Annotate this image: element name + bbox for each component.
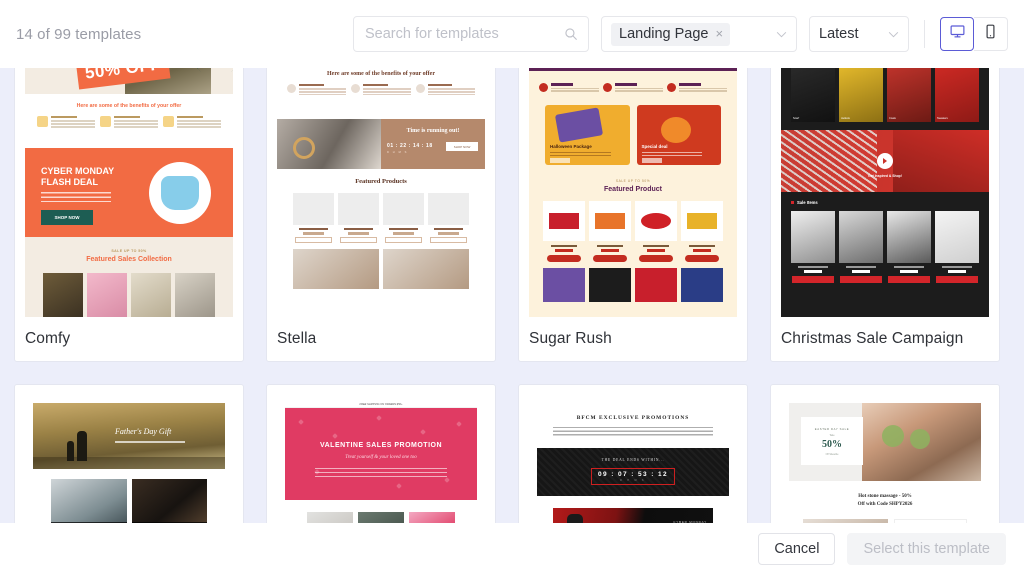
toolbar-divider	[924, 20, 925, 48]
template-card[interactable]: FREE SHIPPING ON ORDERS $50+ VALENTINE S…	[266, 384, 496, 523]
template-thumbnail: YOUR CYBERMONDAY OFFER SHOP NOW 50% OFF …	[25, 68, 233, 317]
chevron-down-icon	[776, 25, 787, 43]
thumb-card-percent: 50%	[822, 438, 842, 450]
thumb-card-small: Take	[829, 433, 835, 437]
category-filter-chip-label: Landing Page	[619, 25, 709, 42]
thumb-art-comfy: YOUR CYBERMONDAY OFFER SHOP NOW 50% OFF …	[25, 68, 233, 317]
template-thumbnail: BFCM EXCLUSIVE PROMOTIONS THE DEAL ENDS …	[529, 395, 737, 523]
thumb-card-foot: Off Sitewide	[825, 452, 839, 456]
template-card[interactable]: Your Halloween offer	[518, 68, 748, 362]
thumb-hero-script: Treat yourself & your loved one too	[345, 455, 417, 460]
thumb-featured-title: Featured Product	[604, 186, 662, 194]
thumb-countdown-button: SHOP NOW	[446, 142, 478, 151]
thumb-hero-title: Father's Day Gift	[115, 427, 172, 436]
chevron-down-icon	[888, 25, 899, 43]
template-card[interactable]: EASTER DAY SALE Take 50% Off Sitewide Ho…	[770, 384, 1000, 523]
template-card[interactable]: YOUR CYBERMONDAY OFFER SHOP NOW 50% OFF …	[14, 68, 244, 362]
template-picker-modal: 14 of 99 templates Landing Page ×	[0, 0, 1024, 575]
device-preview-toggle	[940, 17, 1008, 51]
category-filter-chip: Landing Page ×	[611, 22, 731, 46]
desktop-view-button[interactable]	[940, 17, 974, 51]
thumb-art-christmas: Holly Jolly Christmas Hurry up! Sale end…	[781, 68, 989, 317]
thumb-section-items: Sale Items	[797, 200, 818, 205]
thumb-benefits-title: Here are some of the benefits of your of…	[76, 102, 182, 109]
category-filter-remove-icon[interactable]: ×	[716, 27, 724, 40]
thumb-topbar: FREE SHIPPING ON ORDERS $50+	[359, 402, 403, 406]
template-thumbnail: YOUR BLACK FRIDAYOFFER SHOP NOW Here are…	[277, 68, 485, 317]
thumb-countdown-values: 01 : 22 : 14 : 18	[387, 143, 433, 149]
desktop-monitor-icon	[949, 23, 966, 45]
template-thumbnail: EASTER DAY SALE Take 50% Off Sitewide Ho…	[781, 395, 989, 523]
thumb-featured-title: Featured Products	[355, 178, 407, 185]
select-template-button[interactable]: Select this template	[847, 533, 1006, 565]
thumb-headline: Hot stone massage - 50% Off with Code SHP…	[857, 494, 913, 507]
thumb-package-card: Halloween Package	[550, 144, 592, 150]
thumb-featured-eyebrow: SALE UP TO 50%	[615, 179, 651, 184]
thumb-art-sugar-rush: Your Halloween offer	[529, 68, 737, 317]
thumb-flash-title: CYBER MONDAY FLASH DEAL	[41, 165, 115, 187]
template-card[interactable]: YOUR BLACK FRIDAYOFFER SHOP NOW Here are…	[266, 68, 496, 362]
sort-filter-value: Latest	[819, 26, 859, 42]
mobile-phone-icon	[982, 23, 999, 45]
toolbar: 14 of 99 templates Landing Page ×	[0, 0, 1024, 68]
template-card-title: Christmas Sale Campaign	[781, 330, 964, 347]
thumb-flash-button: SHOP NOW	[41, 209, 93, 225]
thumb-countdown-labels: D H M S	[387, 151, 408, 154]
thumb-card-eyebrow: EASTER DAY SALE	[814, 426, 850, 431]
search-icon	[564, 27, 578, 41]
template-card[interactable]: Holly Jolly Christmas Hurry up! Sale end…	[770, 68, 1000, 362]
thumb-featured-eyebrow: SALE UP TO 50%	[111, 249, 147, 253]
thumb-countdown-labels: D H M S	[620, 479, 646, 482]
modal-footer: Cancel Select this template	[0, 523, 1024, 575]
mobile-view-button[interactable]	[974, 17, 1008, 51]
category-filter-select[interactable]: Landing Page ×	[601, 16, 797, 52]
thumb-special-card: Special deal	[641, 144, 668, 150]
thumb-featured-title: Featured Sales Collection	[86, 256, 172, 263]
thumb-countdown-values: 09 : 07 : 53 : 12	[597, 471, 669, 478]
template-card-title: Sugar Rush	[529, 330, 612, 347]
template-count-label: 14 of 99 templates	[16, 25, 142, 43]
template-thumbnail: FREE SHIPPING ON ORDERS $50+ VALENTINE S…	[277, 395, 485, 523]
template-thumbnail: Holly Jolly Christmas Hurry up! Sale end…	[781, 68, 989, 317]
thumb-art-valentine: FREE SHIPPING ON ORDERS $50+ VALENTINE S…	[277, 395, 485, 523]
thumb-eyebrow: BFCM EXCLUSIVE PROMOTIONS	[576, 415, 690, 421]
thumb-hero-title: VALENTINE SALES PROMOTION	[319, 442, 443, 449]
cancel-button[interactable]: Cancel	[758, 533, 836, 565]
search-input-wrapper[interactable]	[353, 16, 589, 52]
thumb-countdown-title: Time is running out!	[406, 128, 460, 134]
thumb-banner-caption: Get Inspired & Shop!	[868, 174, 902, 178]
search-input[interactable]	[365, 26, 564, 42]
template-card-title: Stella	[277, 330, 317, 347]
thumb-art-black-friday: BFCM EXCLUSIVE PROMOTIONS THE DEAL ENDS …	[529, 395, 737, 523]
template-thumbnail: Your Halloween offer	[529, 68, 737, 317]
template-thumbnail: Father's Day Gift	[25, 395, 233, 523]
sort-filter-select[interactable]: Latest	[809, 16, 909, 52]
thumb-art-stella: YOUR BLACK FRIDAYOFFER SHOP NOW Here are…	[277, 68, 485, 317]
thumb-countdown-caption: THE DEAL ENDS WITHIN...	[601, 458, 665, 462]
toolbar-controls: Landing Page × Latest	[353, 16, 1008, 52]
thumb-art-fathers-day: Father's Day Gift	[25, 395, 233, 523]
template-card[interactable]: BFCM EXCLUSIVE PROMOTIONS THE DEAL ENDS …	[518, 384, 748, 523]
template-grid-scroll-area[interactable]: YOUR CYBERMONDAY OFFER SHOP NOW 50% OFF …	[0, 68, 1024, 523]
template-card-title: Comfy	[25, 330, 71, 347]
template-grid: YOUR CYBERMONDAY OFFER SHOP NOW 50% OFF …	[0, 68, 1024, 523]
thumb-art-spa: EASTER DAY SALE Take 50% Off Sitewide Ho…	[781, 395, 989, 523]
template-card[interactable]: Father's Day Gift	[14, 384, 244, 523]
